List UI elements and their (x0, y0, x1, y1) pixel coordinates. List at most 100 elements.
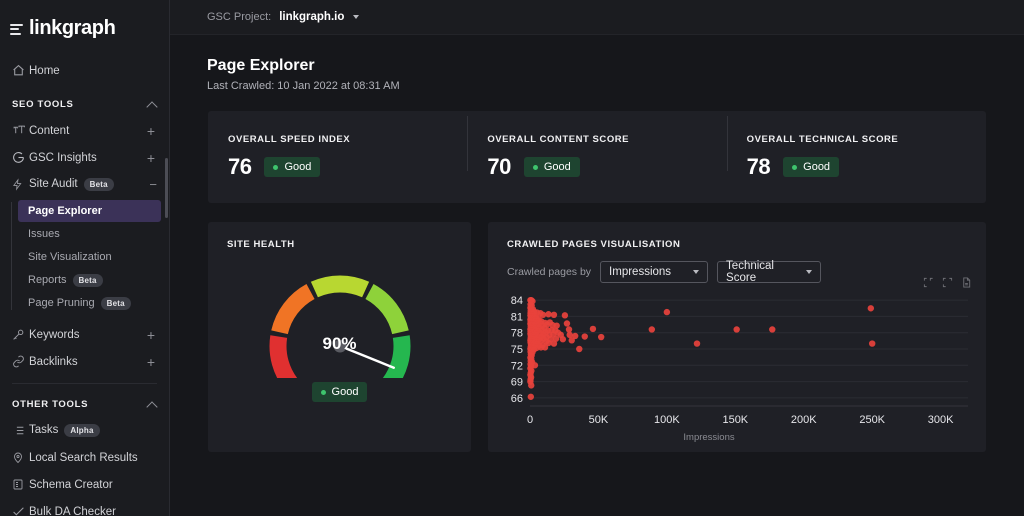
expand-backlinks-icon[interactable]: + (147, 355, 157, 369)
key-icon (12, 328, 29, 341)
x-tick-label: 150K (722, 414, 748, 426)
scatter-point[interactable] (649, 326, 655, 332)
scatter-point[interactable] (576, 346, 582, 352)
scatter-point[interactable] (590, 326, 596, 332)
tasks-text: Tasks (29, 424, 58, 436)
status-badge-speed: Good (264, 157, 320, 177)
sidebar-item-site-audit[interactable]: Site AuditBeta − (0, 171, 169, 198)
kpi-value-speed: 76 (228, 154, 251, 180)
kpi-content-score: OVERALL CONTENT SCORE 70 Good (467, 134, 726, 180)
scatter-point[interactable] (566, 326, 572, 332)
status-dot-icon (533, 165, 538, 170)
y-tick-label: 69 (511, 377, 523, 389)
sidebar-section-seo-tools[interactable]: SEO TOOLS (0, 92, 169, 117)
bars-logo-icon (10, 22, 23, 35)
brand-name: linkgraph (29, 17, 115, 40)
scatter-plot[interactable]: 66697275788184050K100K150K200K250K300KIm… (488, 282, 986, 452)
last-crawled-text: Last Crawled: 10 Jan 2022 at 08:31 AM (207, 80, 1024, 92)
brand-logo[interactable]: linkgraph (0, 0, 169, 46)
y-metric-select[interactable]: Technical Score (717, 261, 821, 283)
scatter-point[interactable] (564, 320, 570, 326)
caret-down-icon[interactable] (353, 15, 359, 19)
sidebar-label-keywords: Keywords (29, 329, 147, 341)
sidebar-item-issues[interactable]: Issues (18, 223, 161, 245)
sidebar-label-local-search: Local Search Results (29, 452, 157, 464)
badge-beta: Beta (84, 178, 114, 191)
scatter-point[interactable] (869, 340, 875, 346)
kpi-value-technical: 78 (747, 154, 770, 180)
scatter-point[interactable] (733, 326, 739, 332)
scrollbar-thumb[interactable] (165, 158, 168, 218)
sidebar-label-content: Content (29, 125, 147, 137)
scatter-point[interactable] (769, 326, 775, 332)
sidebar-item-home[interactable]: Home (0, 57, 169, 84)
expand-content-icon[interactable]: + (147, 124, 157, 138)
gauge-value-label: 90% (260, 334, 420, 354)
panels-row: SITE HEALTH 90% Good CRAWLED PAGES VISUA… (208, 222, 986, 452)
badge-beta-pruning: Beta (101, 297, 131, 310)
chevron-up-icon-other[interactable] (147, 400, 157, 410)
scatter-point[interactable] (560, 336, 566, 342)
scatter-point[interactable] (694, 340, 700, 346)
badge-alpha: Alpha (64, 424, 99, 437)
status-badge-technical: Good (783, 157, 839, 177)
chevron-up-icon[interactable] (147, 100, 157, 110)
scatter-point[interactable] (551, 340, 557, 346)
y-tick-label: 72 (511, 360, 523, 372)
sidebar-item-content[interactable]: Content + (0, 117, 169, 144)
section-label-seo: SEO TOOLS (12, 99, 74, 110)
sub-label-page-pruning: Page Pruning (28, 297, 95, 309)
kpi-caption-technical: OVERALL TECHNICAL SCORE (747, 134, 986, 145)
scatter-point[interactable] (598, 334, 604, 340)
chart-controls: Crawled pages by Impressions Technical S… (488, 250, 986, 283)
sidebar-item-bulk-da-checker[interactable]: Bulk DA Checker (0, 498, 169, 516)
scatter-point[interactable] (572, 333, 578, 339)
scatter-point[interactable] (868, 305, 874, 311)
scatter-point[interactable] (551, 312, 557, 318)
kpi-technical-score: OVERALL TECHNICAL SCORE 78 Good (727, 134, 986, 180)
sidebar-section-other-tools[interactable]: OTHER TOOLS (0, 392, 169, 417)
sidebar-item-backlinks[interactable]: Backlinks + (0, 348, 169, 375)
expand-keywords-icon[interactable]: + (147, 328, 157, 342)
document-icon (12, 478, 29, 491)
sidebar-item-reports[interactable]: Reports Beta (18, 269, 161, 291)
sidebar-label-bulk-da: Bulk DA Checker (29, 506, 157, 516)
site-audit-subnav: Page Explorer Issues Site Visualization … (0, 200, 169, 314)
scatter-point[interactable] (528, 382, 534, 388)
sidebar-item-keywords[interactable]: Keywords + (0, 321, 169, 348)
sidebar-label-schema-creator: Schema Creator (29, 479, 157, 491)
sidebar-item-page-pruning[interactable]: Page Pruning Beta (18, 292, 161, 314)
sidebar-item-schema-creator[interactable]: Schema Creator (0, 471, 169, 498)
x-tick-label: 250K (859, 414, 885, 426)
sidebar-label-site-audit: Site AuditBeta (29, 178, 149, 191)
sidebar-item-tasks[interactable]: Tasks Alpha (0, 417, 169, 444)
sidebar-item-page-explorer[interactable]: Page Explorer (18, 200, 161, 222)
scatter-point[interactable] (528, 394, 534, 400)
status-dot-icon (321, 390, 326, 395)
lightning-bolt-icon (12, 178, 29, 191)
page-title: Page Explorer (207, 57, 1024, 75)
sidebar-item-site-visualization[interactable]: Site Visualization (18, 246, 161, 268)
badge-beta-reports: Beta (73, 274, 103, 287)
section-label-other: OTHER TOOLS (12, 399, 88, 410)
kpi-caption-content: OVERALL CONTENT SCORE (487, 134, 726, 145)
x-tick-label: 200K (791, 414, 817, 426)
map-pin-icon (12, 451, 29, 464)
collapse-site-audit-icon[interactable]: − (149, 178, 157, 191)
sidebar-label-backlinks: Backlinks (29, 356, 147, 368)
gsc-project-value[interactable]: linkgraph.io (279, 11, 344, 23)
scatter-point[interactable] (582, 333, 588, 339)
sidebar-item-local-search-results[interactable]: Local Search Results (0, 444, 169, 471)
expand-gsc-icon[interactable]: + (147, 151, 157, 165)
crawled-pages-panel: CRAWLED PAGES VISUALISATION Crawled page… (488, 222, 986, 452)
scatter-point[interactable] (545, 311, 551, 317)
sidebar-scrollbar[interactable] (164, 0, 169, 516)
sidebar-item-gsc-insights[interactable]: GSC Insights + (0, 144, 169, 171)
scatter-point[interactable] (562, 312, 568, 318)
scatter-point[interactable] (542, 344, 548, 350)
sub-label-issues: Issues (28, 228, 60, 240)
x-metric-select[interactable]: Impressions (600, 261, 708, 283)
scatter-point[interactable] (664, 309, 670, 315)
status-badge-content: Good (524, 157, 580, 177)
sub-label-site-visualization: Site Visualization (28, 251, 112, 263)
